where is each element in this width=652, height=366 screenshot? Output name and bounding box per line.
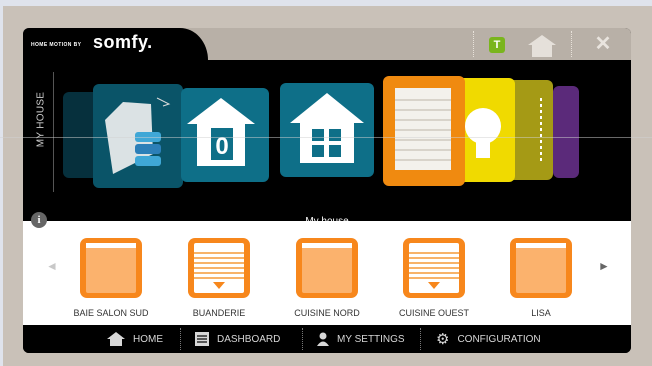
nav-home[interactable]: HOME — [107, 325, 163, 353]
overlay-guide-line — [0, 137, 652, 138]
device-next-arrow-icon[interactable]: ► — [598, 259, 610, 273]
header-divider — [473, 31, 474, 57]
user-icon — [317, 332, 329, 346]
device-item[interactable]: LISA — [510, 238, 572, 318]
house-icon — [107, 332, 125, 346]
device-label: CUISINE OUEST — [398, 308, 469, 318]
header-divider — [571, 31, 572, 57]
category-card-scenes[interactable] — [553, 86, 579, 178]
bottom-nav: HOME DASHBOARD MY SETTINGS ⚙ CONFIGURATI… — [23, 325, 631, 353]
device-item[interactable]: BAIE SALON SUD — [73, 238, 149, 318]
category-card-my-house[interactable] — [280, 83, 374, 177]
window-left-border — [0, 0, 3, 366]
category-card-appliances[interactable] — [93, 84, 183, 188]
close-icon[interactable]: ✕ — [591, 32, 615, 56]
nav-divider — [180, 328, 181, 350]
nav-divider — [420, 328, 421, 350]
dashboard-icon — [195, 332, 209, 346]
room-carousel: MY HOUSE 0 — [23, 60, 631, 241]
device-item[interactable]: CUISINE NORD — [294, 238, 360, 318]
device-label: CUISINE NORD — [294, 308, 360, 318]
gear-icon: ⚙ — [436, 331, 450, 348]
category-card-shutters[interactable] — [383, 76, 465, 186]
shutter-icon — [510, 238, 572, 298]
brand-tagline: HOME MOTION BY — [31, 42, 82, 48]
device-label: BUANDERIE — [192, 308, 246, 318]
shutter-icon — [80, 238, 142, 298]
home-icon[interactable] — [526, 33, 558, 57]
nav-label: CONFIGURATION — [457, 333, 541, 345]
device-label: LISA — [531, 308, 551, 318]
nav-divider — [302, 328, 303, 350]
nav-label: DASHBOARD — [217, 333, 281, 345]
nav-dashboard[interactable]: DASHBOARD — [195, 325, 280, 353]
nav-my-settings[interactable]: MY SETTINGS — [317, 325, 405, 353]
blind-icon — [403, 238, 465, 298]
category-card-rooms[interactable]: 0 — [181, 88, 269, 182]
side-label-vertical: MY HOUSE — [35, 91, 47, 148]
header-bar: HOME MOTION BY somfy. T ✕ — [23, 28, 631, 60]
window-top-border — [0, 0, 652, 6]
shutter-icon — [296, 238, 358, 298]
brand-logo: HOME MOTION BY somfy. — [23, 28, 208, 60]
brand-name: somfy. — [93, 32, 153, 52]
device-prev-arrow-icon[interactable]: ◄ — [46, 259, 58, 273]
nav-label: MY SETTINGS — [337, 333, 405, 345]
t-badge-icon[interactable]: T — [489, 37, 505, 53]
device-list: i ◄ BAIE SALON SUD BUANDERIE CUISINE NOR… — [23, 212, 631, 325]
app-window: HOME MOTION BY somfy. T ✕ MY HOUSE 0 i ◄… — [23, 28, 631, 353]
nav-label: HOME — [133, 333, 163, 345]
blind-icon — [188, 238, 250, 298]
device-item[interactable]: BUANDERIE — [188, 238, 250, 318]
device-item[interactable]: CUISINE OUEST — [399, 238, 469, 318]
device-label: BAIE SALON SUD — [73, 308, 149, 318]
info-icon[interactable]: i — [31, 212, 47, 228]
side-divider — [53, 72, 54, 192]
nav-configuration[interactable]: ⚙ CONFIGURATION — [436, 325, 541, 353]
